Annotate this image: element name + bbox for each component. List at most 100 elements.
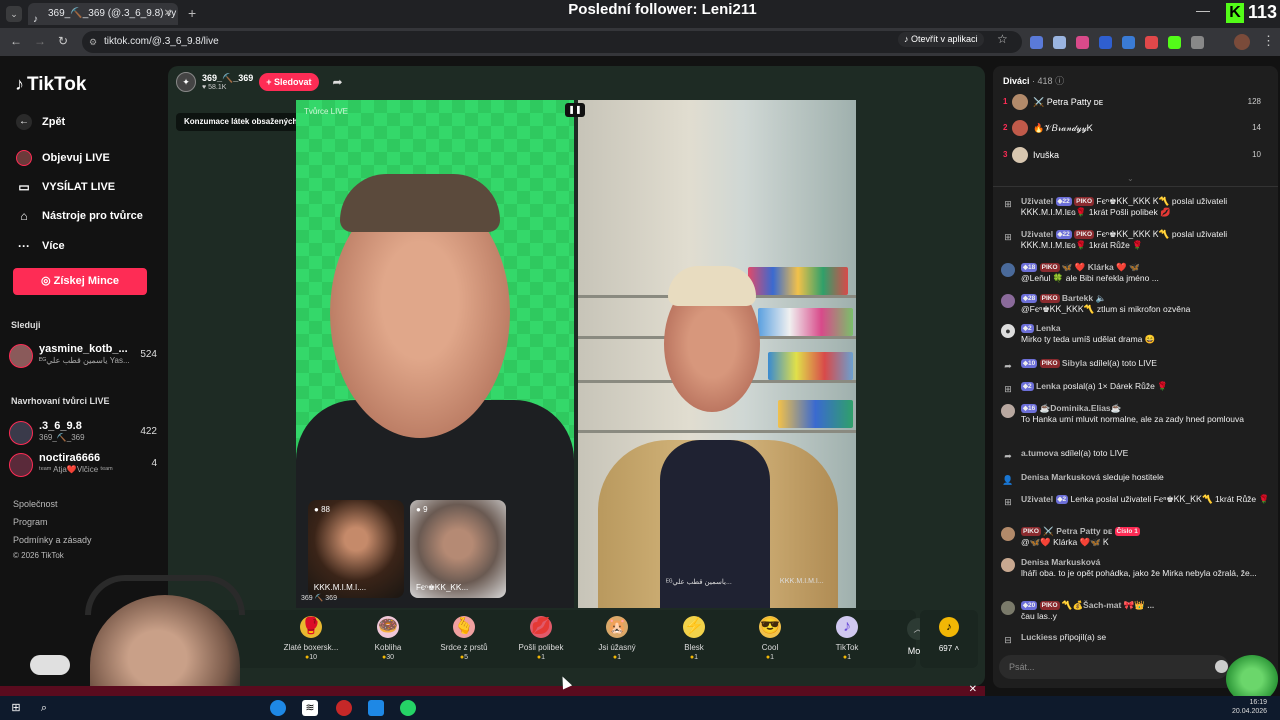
browser-menu-icon[interactable]: ⋮ (1262, 33, 1275, 49)
reload-icon[interactable]: ↻ (58, 34, 68, 48)
chat-user[interactable]: Bartekk 🔈 (1062, 293, 1106, 303)
minimize-icon[interactable]: — (1196, 2, 1210, 18)
avatar-icon: ● (1001, 324, 1015, 338)
app-icon[interactable]: ≋ (302, 700, 318, 716)
chat-user[interactable]: ⚔️ Petra Patty ᴅᴇ (1043, 526, 1112, 536)
footer-link-company[interactable]: Společnost (13, 499, 58, 509)
emoji-icon[interactable] (1215, 660, 1228, 673)
guest-video[interactable] (578, 100, 856, 608)
gift-item[interactable]: ♪ TikTok 1 (810, 616, 884, 661)
gift-item[interactable]: 🫰 Srdce z prstů 5 (427, 616, 501, 661)
extensions-puzzle-icon[interactable] (1191, 36, 1204, 49)
extension-icon[interactable] (1099, 36, 1112, 49)
chat-user[interactable]: a.tumova (1021, 448, 1058, 458)
whatsapp-icon[interactable] (400, 700, 416, 716)
footer-link-program[interactable]: Program (13, 517, 48, 527)
chat-text: Mirko ty teda umíš udělat drama 😄 (1021, 334, 1156, 344)
viewer-name: Ivuška (1033, 150, 1060, 160)
open-in-app-button[interactable]: ♪ Otevřít v aplikaci (898, 32, 984, 47)
camera-icon: ▭ (18, 180, 30, 194)
chat-user[interactable]: Lenka (1036, 323, 1061, 333)
avatar-icon (1001, 601, 1015, 615)
extension-icon[interactable] (1145, 36, 1158, 49)
browser-tab[interactable]: ♪ 369_⛏️_369 (@.3_6_9.8) vy ✕ (28, 3, 178, 25)
guest-tile[interactable]: ● 9 Fєⁿ♚ᏦᏦ_ᏦᏦ... (410, 500, 506, 598)
piko-badge: PIKO (1074, 230, 1095, 239)
kick-logo-icon: K (1226, 2, 1244, 23)
host-avatar[interactable]: ✦ (176, 72, 196, 92)
close-icon[interactable]: ✕ (969, 684, 977, 695)
url-field[interactable]: ⚙ tiktok.com/@.3_6_9.8/live (82, 31, 1022, 53)
extensions-row (1030, 36, 1204, 49)
creator-live-label: Tvůrce LIVE (304, 107, 349, 116)
chat-user[interactable]: Sibyla (1062, 358, 1087, 368)
suggested-item[interactable]: noctira6666 ᵗᵉᵃᵐ Atja❤️Vlčice ᵗᵉᵃᵐ 4 (9, 451, 159, 479)
level-value: 10 (1028, 360, 1036, 367)
back-icon[interactable]: ← (10, 34, 22, 48)
windows-start-icon[interactable]: ⊞ (8, 700, 24, 716)
avatar (9, 344, 33, 368)
app-icon[interactable] (270, 700, 286, 716)
back-link[interactable]: ← Zpět (16, 114, 65, 130)
guest-tile[interactable]: ● 88 ᏦᏦᏦ.M.I.M.I.... (308, 500, 404, 598)
share-icon[interactable]: ➦ (333, 75, 343, 89)
chat-user[interactable]: Denisa Markusková (1021, 557, 1100, 567)
footer-link-terms[interactable]: Podmínky a zásady (13, 535, 92, 545)
url-text: tiktok.com/@.3_6_9.8/live (104, 36, 219, 47)
chat-user[interactable]: ☕Dominika.Elias☕ (1040, 403, 1122, 413)
gift-item[interactable]: ⚡ Blesk 1 (657, 616, 731, 661)
extension-icon[interactable] (1076, 36, 1089, 49)
sidebar-item-explore-live[interactable]: Objevuj LIVE (16, 150, 110, 166)
host-name[interactable]: 369_⛏️_369 (202, 73, 253, 84)
gift-name: Kobliha (374, 643, 402, 652)
tiktok-logo[interactable]: ♪ TikTok (15, 74, 86, 96)
top-viewer-row[interactable]: 3 Ivuška 10 (1003, 145, 1265, 165)
chat-user[interactable]: Uživatel (1021, 229, 1053, 239)
gift-item[interactable]: 😎 Cool 1 (733, 616, 807, 661)
extension-icon[interactable] (1122, 36, 1135, 49)
chat-input[interactable]: Psát... (999, 655, 1229, 679)
suggested-item[interactable]: .3_6_9.8 369_⛏️_369 422 (9, 419, 159, 447)
chat-user[interactable]: Denisa Markusková (1021, 472, 1100, 482)
chat-user[interactable]: Uživatel (1021, 196, 1053, 206)
expand-chevron-icon[interactable]: ⌄ (1127, 174, 1134, 183)
app-icon[interactable] (368, 700, 384, 716)
extension-icon[interactable] (1030, 36, 1043, 49)
search-icon[interactable]: ⌕ (36, 700, 52, 716)
extension-icon[interactable] (1053, 36, 1066, 49)
chat-user[interactable]: Lenka (1036, 381, 1061, 391)
gift-item[interactable]: 🥊 Zlaté boxersk... 10 (274, 616, 348, 661)
forward-icon[interactable]: → (34, 34, 46, 48)
pause-icon[interactable]: ❚❚ (565, 103, 585, 117)
gift-item[interactable]: 🍩 Kobliha 30 (351, 616, 425, 661)
info-icon[interactable]: ⓘ (1055, 76, 1064, 86)
bookmark-star-icon[interactable]: ☆ (997, 32, 1008, 46)
gift-item[interactable]: 🐹 Jsi úžasný 1 (580, 616, 654, 661)
sidebar-item-creator-tools[interactable]: ⌂ Nástroje pro tvůrce (16, 208, 143, 224)
sidebar-item-go-live[interactable]: ▭ VYSÍLAT LIVE (16, 179, 115, 195)
following-item[interactable]: yasmine_kotb_... ᴱᴳياسمين قطب علي Yas...… (9, 342, 159, 370)
site-info-icon[interactable]: ⚙ (89, 31, 97, 53)
chat-user[interactable]: Luckiess (1021, 632, 1057, 642)
obs-icon[interactable] (336, 700, 352, 716)
top-viewer-row[interactable]: 2 🔥𝒱𝐵𝓇𝒶𝓃𝒹𝓎𝓎Ꮶ 14 (1003, 118, 1265, 138)
profile-avatar[interactable] (1234, 34, 1250, 50)
follow-button[interactable]: + Sledovat (259, 73, 319, 91)
get-coins-button[interactable]: ◎ Získej Mince (13, 268, 147, 295)
viewer-count: 422 (140, 426, 157, 437)
close-tab-icon[interactable]: ✕ (164, 3, 172, 25)
extension-icon[interactable] (1168, 36, 1181, 49)
chat-user[interactable]: 〽️💰Šach-mat 🎀👑 ... (1062, 600, 1154, 610)
new-tab-icon[interactable]: + (188, 5, 196, 21)
sidebar-item-more[interactable]: ··· Více (16, 238, 65, 254)
coin-balance-button[interactable]: ♪ 697 ˄ (920, 610, 978, 668)
chat-user[interactable]: 🦋 ❤️ Klárka ❤️ 🦋 (1062, 262, 1140, 272)
sidebar-item-label: Nástroje pro tvůrce (42, 210, 143, 222)
avatar (1012, 120, 1028, 136)
level-badge: ◆28 (1021, 294, 1038, 303)
tab-search-chevron-icon[interactable]: ⌄ (6, 6, 22, 22)
gift-item[interactable]: 💋 Pošli polibek 1 (504, 616, 578, 661)
top-viewer-row[interactable]: 1 ⚔️ Petra Patty ᴅᴇ 128 (1003, 92, 1265, 112)
taskbar-clock[interactable]: 16:19 20.04.2026 (1232, 698, 1267, 716)
chat-user[interactable]: Uživatel (1021, 494, 1053, 504)
